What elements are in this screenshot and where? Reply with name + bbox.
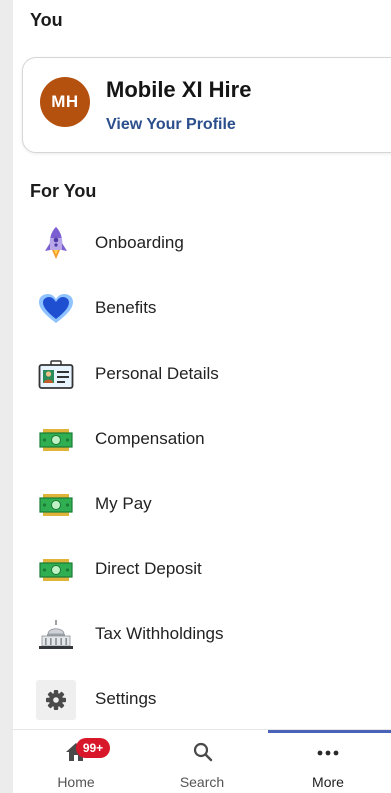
section-title-you: You <box>30 10 63 30</box>
menu-item-tax-withholdings[interactable]: Tax Withholdings <box>36 613 386 657</box>
menu-item-label: Onboarding <box>95 233 184 252</box>
menu-item-my-pay[interactable]: My Pay <box>36 483 386 527</box>
view-profile-link[interactable]: View Your Profile <box>106 116 236 134</box>
bottom-tab-bar: Home Search More <box>13 729 391 793</box>
menu-item-compensation[interactable]: Compensation <box>36 418 386 462</box>
profile-card[interactable]: MH Mobile XI Hire View Your Profile <box>22 57 391 153</box>
search-icon <box>193 742 213 762</box>
menu-item-direct-deposit[interactable]: Direct Deposit <box>36 548 386 592</box>
tab-label: More <box>312 774 344 790</box>
money-icon <box>36 420 76 460</box>
rocket-icon <box>36 224 76 264</box>
menu-item-benefits[interactable]: Benefits <box>36 287 386 331</box>
menu-item-label: Tax Withholdings <box>95 624 224 643</box>
capitol-building-icon <box>36 615 76 655</box>
menu-item-label: Benefits <box>95 298 157 317</box>
menu-item-label: My Pay <box>95 494 152 513</box>
menu-item-label: Compensation <box>95 429 205 448</box>
profile-name: Mobile XI Hire <box>106 77 252 102</box>
tab-search[interactable]: Search <box>139 730 265 793</box>
more-screen: You MH Mobile XI Hire View Your Profile … <box>13 0 391 792</box>
notification-badge: 99+ <box>76 738 110 758</box>
id-card-icon <box>36 355 76 395</box>
tab-home[interactable]: Home <box>13 730 139 793</box>
avatar: MH <box>40 77 90 127</box>
money-icon <box>36 485 76 525</box>
tab-more[interactable]: More <box>265 730 391 793</box>
menu-item-label: Personal Details <box>95 364 219 383</box>
menu-item-label: Settings <box>95 689 157 708</box>
menu-item-settings[interactable]: Settings <box>36 678 386 722</box>
tab-label: Search <box>179 774 225 790</box>
money-icon <box>36 550 76 590</box>
more-dots-icon <box>317 750 339 756</box>
menu-item-personal-details[interactable]: Personal Details <box>36 353 386 397</box>
tab-label: Home <box>57 774 95 790</box>
heart-icon <box>36 289 76 329</box>
menu-item-label: Direct Deposit <box>95 559 202 578</box>
menu-item-onboarding[interactable]: Onboarding <box>36 222 386 266</box>
gear-icon <box>36 680 76 720</box>
section-title-for-you: For You <box>30 181 97 201</box>
